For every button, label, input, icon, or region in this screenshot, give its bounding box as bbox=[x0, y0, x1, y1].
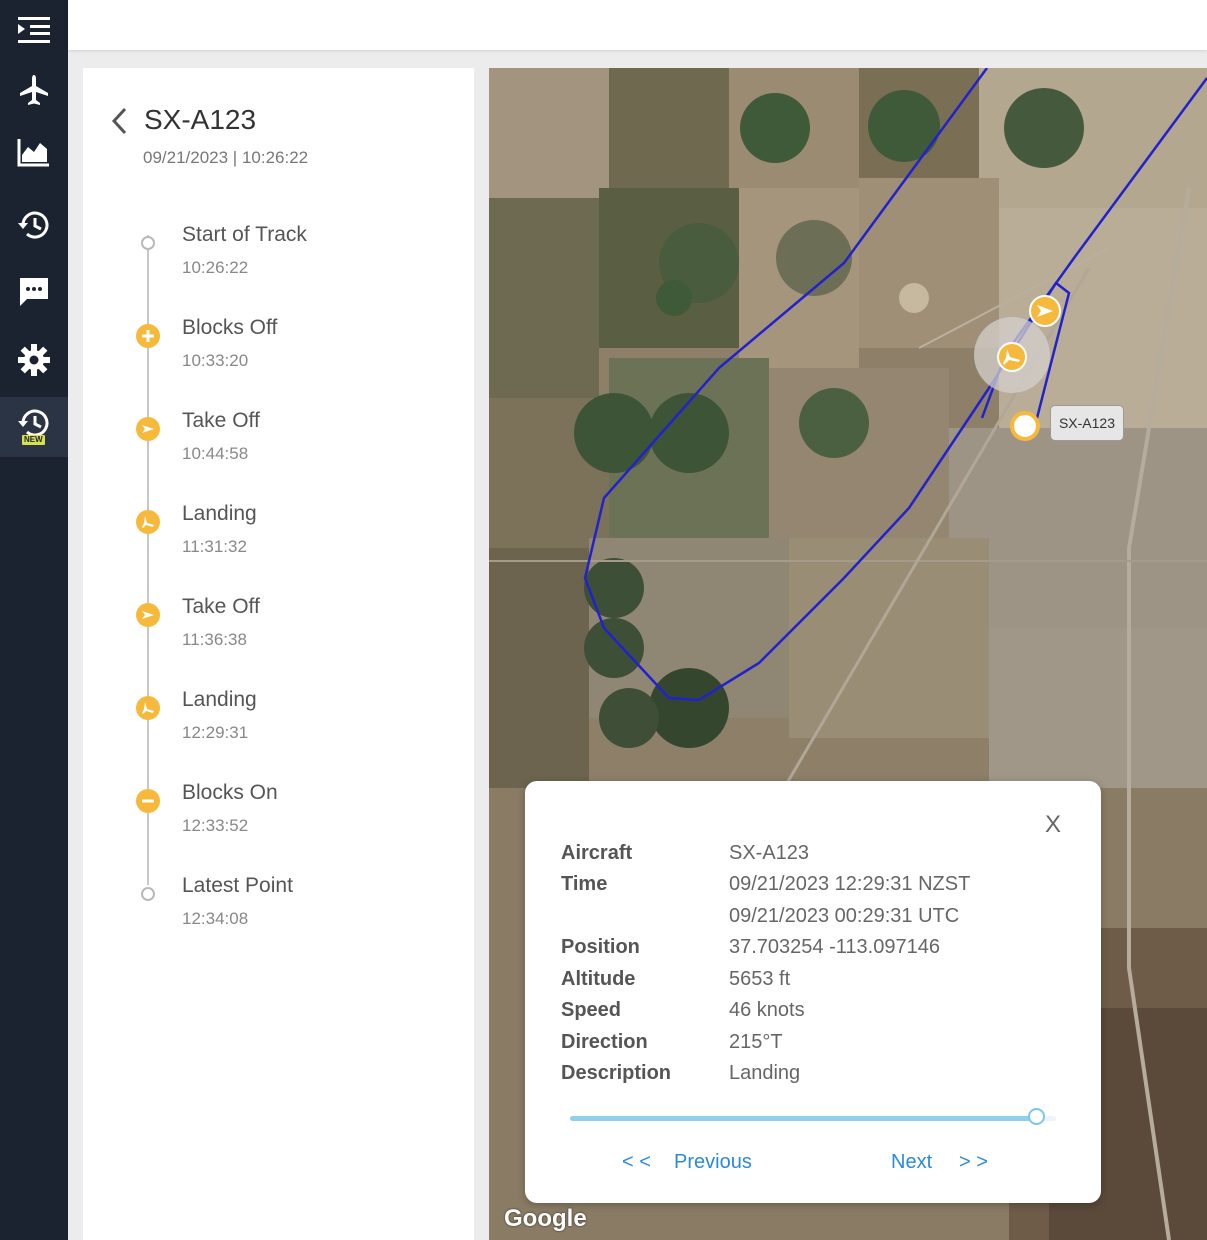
info-value: SX-A123 bbox=[729, 842, 810, 864]
info-value: 5653 ft bbox=[729, 968, 791, 990]
next-button[interactable]: Next bbox=[891, 1151, 932, 1174]
back-chevron-icon[interactable] bbox=[109, 106, 129, 136]
timeline-item[interactable]: Blocks Off 10:33:20 bbox=[83, 316, 474, 386]
info-key: Time bbox=[561, 873, 608, 895]
previous-button[interactable]: Previous bbox=[674, 1151, 752, 1174]
info-value: Landing bbox=[729, 1062, 801, 1084]
hollow-circle-icon bbox=[136, 882, 160, 906]
plus-icon bbox=[136, 324, 160, 348]
event-label: Landing bbox=[182, 502, 257, 525]
next-arrows[interactable]: > > bbox=[959, 1151, 988, 1174]
top-bar bbox=[68, 0, 1207, 50]
timeline-slider[interactable] bbox=[570, 1108, 1056, 1125]
airplane-icon bbox=[20, 75, 48, 105]
event-label: Latest Point bbox=[182, 874, 293, 897]
event-label: Blocks On bbox=[182, 781, 278, 804]
aircraft-title: SX-A123 bbox=[144, 104, 257, 135]
event-time: 12:29:31 bbox=[182, 723, 249, 742]
chat-icon bbox=[20, 278, 48, 306]
event-label: Blocks Off bbox=[182, 316, 278, 339]
timeline-item[interactable]: Blocks On 12:33:52 bbox=[83, 781, 474, 851]
event-label: Take Off bbox=[182, 595, 260, 618]
event-label: Landing bbox=[182, 688, 257, 711]
event-time: 10:33:20 bbox=[182, 351, 249, 370]
hollow-circle-icon bbox=[136, 231, 160, 255]
event-time: 11:36:38 bbox=[182, 630, 247, 649]
info-value: 46 knots bbox=[729, 999, 805, 1021]
info-key: Direction bbox=[561, 1031, 648, 1053]
chart-icon bbox=[17, 139, 49, 167]
event-time: 10:44:58 bbox=[182, 444, 249, 463]
info-value: 09/21/2023 12:29:31 NZST bbox=[729, 873, 971, 895]
nav-aircraft[interactable] bbox=[0, 60, 68, 120]
slider-fill bbox=[570, 1116, 1037, 1121]
nav-rail: NEW bbox=[0, 0, 68, 1240]
slider-thumb[interactable] bbox=[1027, 1108, 1045, 1125]
timeline-item[interactable]: Take Off 10:44:58 bbox=[83, 409, 474, 479]
info-value: 37.703254 -113.097146 bbox=[729, 936, 940, 958]
info-key: Aircraft bbox=[561, 842, 633, 864]
nav-messages[interactable] bbox=[0, 262, 68, 322]
minus-icon bbox=[136, 789, 160, 813]
event-time: 12:33:52 bbox=[182, 816, 249, 835]
new-badge: NEW bbox=[22, 435, 45, 445]
gear-icon bbox=[18, 344, 50, 376]
nav-reports[interactable] bbox=[0, 122, 68, 182]
event-label: Start of Track bbox=[182, 223, 307, 246]
info-key: Altitude bbox=[561, 968, 636, 990]
info-value: 09/21/2023 00:29:31 UTC bbox=[729, 905, 960, 927]
close-button[interactable]: X bbox=[1045, 811, 1061, 839]
menu-toggle-icon bbox=[18, 17, 50, 43]
info-key: Speed bbox=[561, 999, 622, 1021]
nav-settings[interactable] bbox=[0, 330, 68, 390]
timeline-item[interactable]: Start of Track 10:26:22 bbox=[83, 223, 474, 293]
timeline-item[interactable]: Latest Point 12:34:08 bbox=[83, 874, 474, 944]
info-key: Position bbox=[561, 936, 640, 958]
landing-icon bbox=[136, 696, 160, 720]
nav-history-new[interactable]: NEW bbox=[0, 397, 68, 457]
event-time: 10:26:22 bbox=[182, 258, 249, 277]
nav-history[interactable] bbox=[0, 195, 68, 255]
event-label: Take Off bbox=[182, 409, 260, 432]
takeoff-icon bbox=[136, 603, 160, 627]
event-time: 12:34:08 bbox=[182, 909, 249, 928]
aircraft-map-label[interactable]: SX-A123 bbox=[1050, 405, 1124, 441]
google-logo: Google bbox=[504, 1205, 587, 1232]
landing-icon bbox=[136, 510, 160, 534]
position-info-card: X Aircraft SX-A123 Time 09/21/2023 12:29… bbox=[525, 781, 1101, 1203]
track-panel: SX-A123 09/21/2023 | 10:26:22 Start of T… bbox=[83, 68, 474, 1240]
menu-toggle-button[interactable] bbox=[0, 0, 68, 60]
takeoff-icon bbox=[136, 417, 160, 441]
info-key: Description bbox=[561, 1062, 672, 1084]
timeline-item[interactable]: Landing 12:29:31 bbox=[83, 688, 474, 758]
timeline-item[interactable]: Take Off 11:36:38 bbox=[83, 595, 474, 665]
history-icon bbox=[18, 211, 49, 239]
track-date: 09/21/2023 | 10:26:22 bbox=[143, 148, 309, 167]
previous-arrows[interactable]: < < bbox=[622, 1151, 651, 1174]
event-time: 11:31:32 bbox=[182, 537, 247, 556]
timeline-item[interactable]: Landing 11:31:32 bbox=[83, 502, 474, 572]
info-value: 215°T bbox=[729, 1031, 783, 1053]
